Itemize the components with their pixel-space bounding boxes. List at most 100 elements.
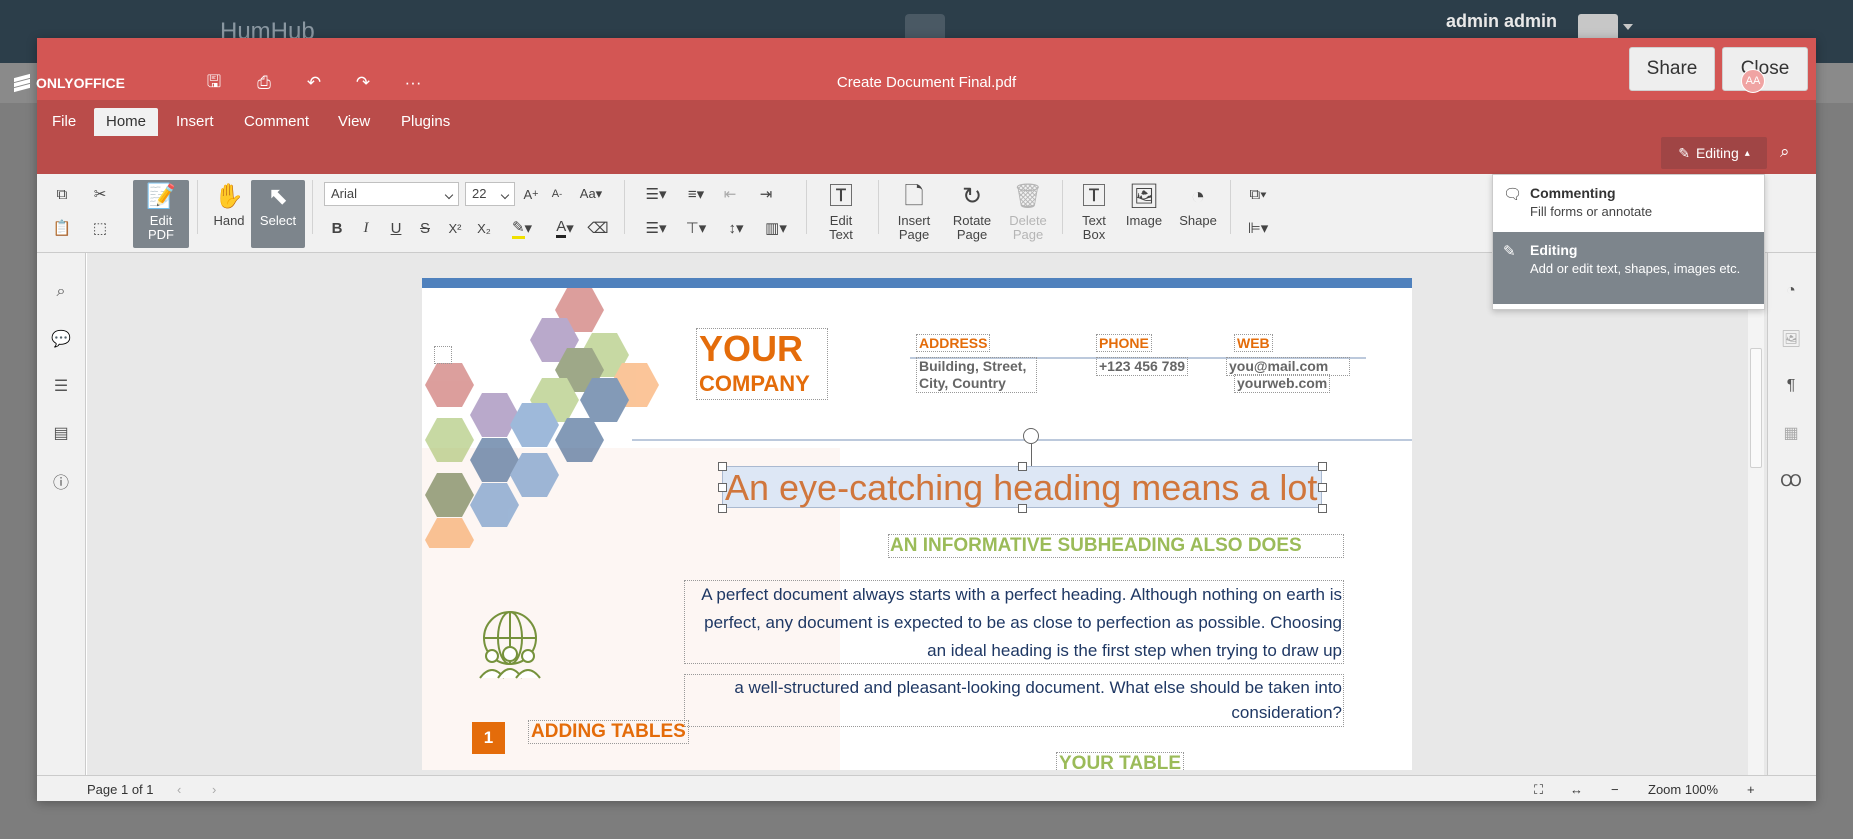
resize-handle[interactable] — [718, 483, 727, 492]
web-url[interactable]: yourweb.com — [1234, 374, 1331, 393]
chevron-down-icon[interactable] — [1623, 24, 1633, 30]
prev-page-icon[interactable]: ‹ — [177, 782, 181, 797]
navigation-icon[interactable]: ☰ — [49, 374, 73, 398]
pencil-icon: ✎ — [1678, 144, 1690, 161]
phone-value[interactable]: +123 456 789 — [1096, 357, 1189, 376]
tab-comment[interactable]: Comment — [232, 108, 321, 136]
increase-font-icon[interactable]: A + — [520, 182, 542, 206]
address-label[interactable]: ADDRESS — [916, 334, 991, 352]
body-paragraph[interactable]: A perfect document always starts with a … — [684, 580, 1344, 664]
increase-indent-icon[interactable]: ⇥ — [754, 182, 778, 206]
strikethrough-icon[interactable]: S — [415, 216, 435, 240]
search-icon[interactable]: ⌕ — [49, 280, 73, 304]
heading-divider — [632, 439, 1412, 441]
editing-mode-button[interactable]: ✎ Editing ▴ — [1661, 137, 1767, 169]
fit-page-icon[interactable]: ⛶ — [1534, 782, 1543, 798]
section-number[interactable]: 1 — [472, 722, 505, 754]
company-name-line1: YOUR — [699, 328, 804, 369]
bullets-icon[interactable]: ☰▾ — [638, 182, 674, 206]
resize-handle[interactable] — [718, 462, 727, 471]
company-name-box[interactable]: YOUR COMPANY — [696, 328, 828, 400]
section-title[interactable]: ADDING TABLES — [528, 720, 689, 744]
resize-handle[interactable] — [1318, 483, 1327, 492]
tab-insert[interactable]: Insert — [164, 108, 226, 136]
vertical-align-icon[interactable]: ⊤▾ — [678, 216, 714, 240]
text-art-settings-icon[interactable]: Ꚙ — [1779, 469, 1803, 493]
table-settings-icon[interactable]: ▦ — [1779, 421, 1803, 445]
tab-plugins[interactable]: Plugins — [389, 108, 462, 136]
highlight-icon[interactable]: ✎ ▾ — [505, 216, 539, 240]
paste-icon[interactable]: 📋 — [50, 216, 74, 240]
change-case-icon[interactable]: Aa▾ — [572, 182, 610, 206]
cut-icon[interactable]: ✂ — [88, 182, 112, 206]
hand-tool-button[interactable]: ✋ Hand — [201, 180, 257, 248]
superscript-icon[interactable]: X² — [445, 216, 465, 240]
rotate-page-button[interactable]: ↻ Rotate Page — [944, 180, 1000, 248]
text-box-button[interactable]: 🅃 Text Box — [1066, 180, 1122, 248]
zoom-in-icon[interactable]: + — [1747, 782, 1755, 797]
edit-text-button[interactable]: 🅃 Edit Text — [813, 180, 869, 248]
align-left-icon[interactable]: ☰▾ — [638, 216, 674, 240]
resize-handle[interactable] — [718, 504, 727, 513]
subscript-icon[interactable]: X₂ — [474, 216, 494, 240]
delete-page-button[interactable]: 🗑 Delete Page — [1000, 180, 1056, 248]
zoom-out-icon[interactable]: − — [1611, 782, 1619, 797]
comments-icon[interactable]: 💬 — [49, 327, 73, 351]
search-icon[interactable]: ⌕ — [1780, 142, 1790, 162]
line-spacing-icon[interactable]: ↕▾ — [718, 216, 754, 240]
tab-view[interactable]: View — [326, 108, 382, 136]
info-icon[interactable]: ⓘ — [49, 469, 73, 493]
image-button[interactable]: 🖼 Image — [1116, 180, 1172, 248]
arrange-icon[interactable]: ⧉▾ — [1238, 182, 1278, 206]
decrease-font-icon[interactable]: A- — [546, 182, 568, 206]
web-label[interactable]: WEB — [1234, 334, 1273, 352]
shape-settings-icon[interactable]: ◔ — [1779, 279, 1803, 303]
tab-home[interactable]: Home — [94, 108, 159, 136]
resize-handle[interactable] — [1018, 504, 1027, 513]
insert-page-button[interactable]: 🗋 Insert Page — [886, 180, 942, 248]
user-avatar[interactable]: AA — [1741, 69, 1765, 93]
image-icon: 🖼 — [1128, 183, 1160, 210]
table-title[interactable]: YOUR TABLE — [1056, 752, 1185, 770]
font-size-select[interactable]: 22 — [465, 182, 515, 206]
resize-handle[interactable] — [1318, 504, 1327, 513]
scrollbar-thumb[interactable] — [1750, 348, 1762, 468]
decrease-indent-icon[interactable]: ⇤ — [718, 182, 742, 206]
align-objects-icon[interactable]: ⊫▾ — [1238, 216, 1278, 240]
clear-style-icon[interactable]: ⌫ — [587, 216, 608, 240]
bold-icon[interactable]: B — [327, 216, 347, 240]
tab-file[interactable]: File — [40, 108, 88, 136]
edit-pdf-button[interactable]: 📝 Edit PDF — [133, 180, 189, 248]
columns-icon[interactable]: ▥▾ — [758, 216, 794, 240]
empty-selection-box[interactable] — [434, 346, 452, 364]
select-all-icon[interactable]: ⬚ — [88, 216, 112, 240]
body-paragraph[interactable]: a well-structured and pleasant-looking d… — [684, 674, 1344, 727]
thumbnails-icon[interactable]: ▤ — [49, 421, 73, 445]
paragraph-settings-icon[interactable]: ¶ — [1779, 374, 1803, 398]
fit-width-icon[interactable]: ↔ — [1570, 782, 1583, 797]
italic-icon[interactable]: I — [356, 216, 376, 240]
vertical-scrollbar[interactable] — [1748, 253, 1764, 775]
resize-handle[interactable] — [1318, 462, 1327, 471]
next-page-icon[interactable]: › — [212, 782, 216, 797]
underline-icon[interactable]: U — [386, 216, 406, 240]
phone-label[interactable]: PHONE — [1096, 334, 1152, 352]
user-name[interactable]: admin admin — [1446, 11, 1557, 32]
address-value[interactable]: Building, Street, City, Country — [916, 357, 1037, 393]
resize-handle[interactable] — [1018, 462, 1027, 471]
numbering-icon[interactable]: ≡▾ — [678, 182, 714, 206]
shape-button[interactable]: ◔ Shape — [1170, 180, 1226, 248]
rotate-handle-icon[interactable] — [1023, 428, 1039, 444]
page-indicator[interactable]: Page 1 of 1 — [87, 782, 154, 797]
mode-option-editing[interactable]: ✎ Editing Add or edit text, shapes, imag… — [1493, 232, 1764, 304]
select-tool-button[interactable]: ⬉ Select — [251, 180, 305, 248]
copy-icon[interactable]: ⧉ — [50, 182, 74, 206]
zoom-level[interactable]: Zoom 100% — [1648, 782, 1718, 797]
document-heading[interactable]: An eye-catching heading means a lot — [722, 466, 1322, 508]
image-settings-icon[interactable]: 🖼 — [1779, 327, 1803, 351]
document-page[interactable]: YOUR COMPANY ADDRESS PHONE WEB Building,… — [422, 278, 1412, 770]
document-subheading[interactable]: AN INFORMATIVE SUBHEADING ALSO DOES — [888, 534, 1344, 558]
font-color-icon[interactable]: A ▾ — [548, 216, 582, 240]
mode-option-commenting[interactable]: 🗨 Commenting Fill forms or annotate — [1493, 175, 1764, 231]
font-name-select[interactable]: Arial — [324, 182, 459, 206]
